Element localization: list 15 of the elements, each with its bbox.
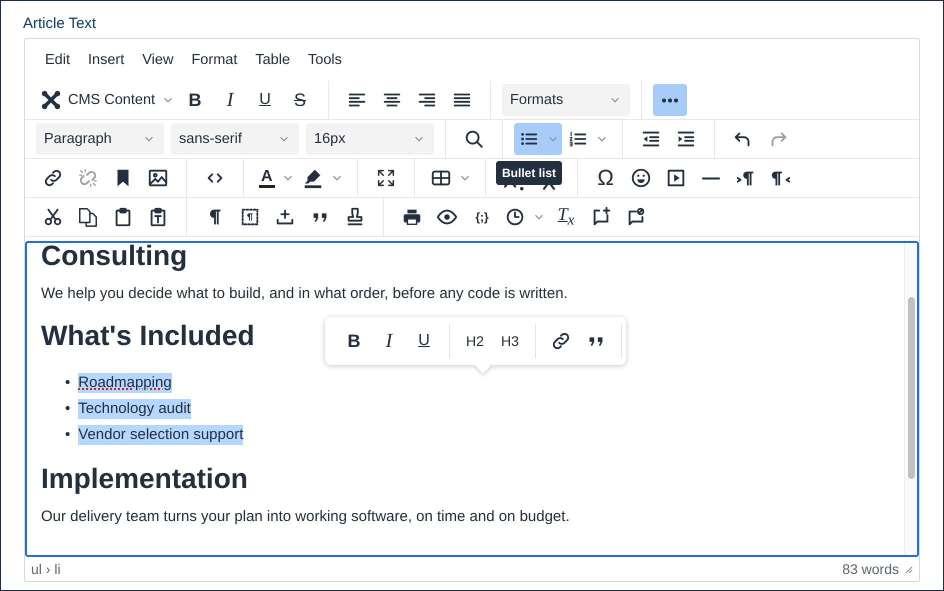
bullet: • xyxy=(65,399,70,419)
heading: Implementation xyxy=(41,463,248,495)
tooltip: Bullet list xyxy=(496,161,562,185)
heading: Consulting xyxy=(41,243,188,272)
field-label: Article Text xyxy=(23,15,98,34)
word-count: 83 words xyxy=(842,561,899,577)
paragraph: We help you decide what to build, and in what order, before any code is written. xyxy=(41,284,568,304)
paragraph: Our delivery team turns your plan into working software, on time and on budget. xyxy=(41,507,570,527)
bullet: • xyxy=(65,425,70,445)
list-item: Vendor selection support xyxy=(78,425,244,445)
list-item: Roadmapping xyxy=(78,373,172,393)
bullet: • xyxy=(65,373,70,393)
heading: What's Included xyxy=(41,320,255,352)
list-item: Technology audit xyxy=(78,399,191,419)
element-path: ul › li xyxy=(31,561,62,577)
